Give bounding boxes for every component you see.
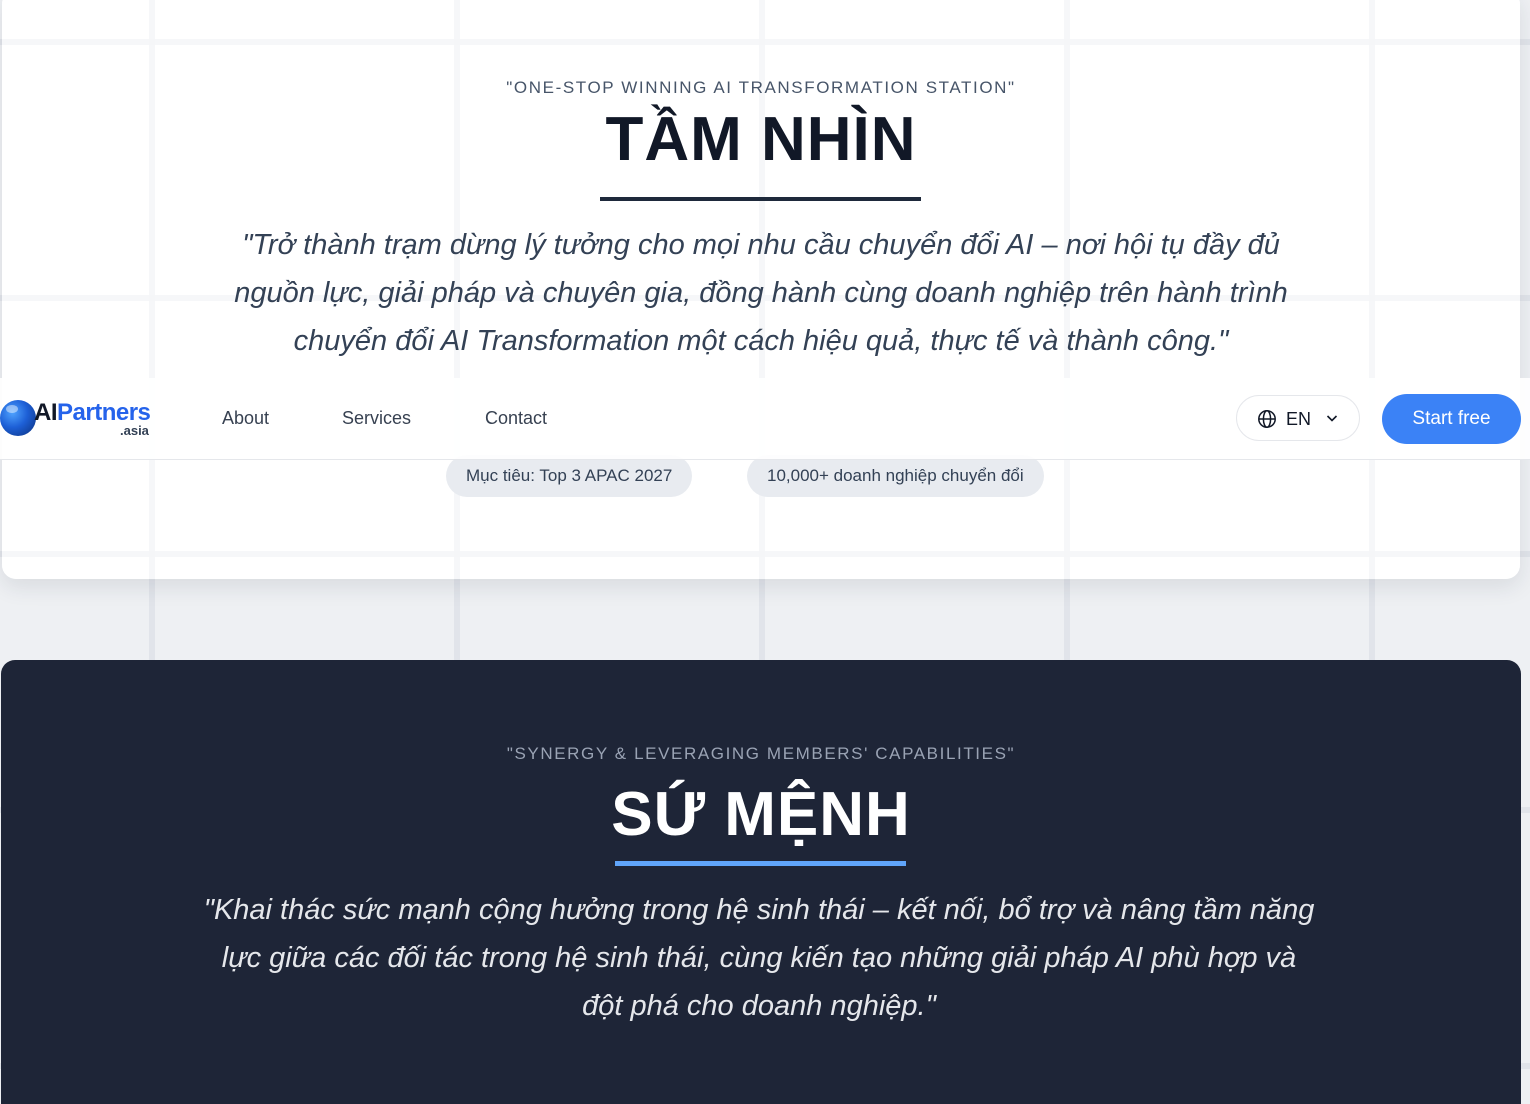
logo-domain-text: .asia (120, 423, 149, 438)
mission-title-underline (615, 861, 906, 866)
logo[interactable]: AIPartners .asia (0, 397, 160, 441)
language-selector[interactable]: EN (1236, 395, 1360, 441)
logo-ai-text: AI (34, 399, 58, 426)
language-code: EN (1286, 409, 1312, 429)
globe-icon (1258, 410, 1276, 428)
chevron-down-icon (1326, 415, 1338, 422)
nav-link-contact[interactable]: Contact (485, 408, 547, 429)
page: "ONE-STOP WINNING AI TRANSFORMATION STAT… (0, 0, 1530, 1104)
vision-section: "ONE-STOP WINNING AI TRANSFORMATION STAT… (2, 0, 1520, 579)
vision-title: TẦM NHÌN (605, 105, 917, 174)
logo-partners-text: Partners (57, 399, 151, 426)
nav-link-about[interactable]: About (222, 408, 269, 429)
vision-title-underline (600, 197, 921, 201)
mission-section: "SYNERGY & LEVERAGING MEMBERS' CAPABILIT… (1, 660, 1521, 1104)
mission-title: SỨ MỆNH (611, 780, 911, 849)
mission-eyebrow: "SYNERGY & LEVERAGING MEMBERS' CAPABILIT… (506, 744, 1016, 763)
vision-pill-businesses: 10,000+ doanh nghiệp chuyển đổi (747, 455, 1044, 497)
mission-quote: "Khai thác sức mạnh cộng hưởng trong hệ … (203, 894, 1315, 1022)
vision-eyebrow: "ONE-STOP WINNING AI TRANSFORMATION STAT… (506, 78, 1016, 97)
vision-quote: "Trở thành trạm dừng lý tưởng cho mọi nh… (234, 229, 1288, 357)
vision-pill-target: Mục tiêu: Top 3 APAC 2027 (446, 455, 693, 497)
nav-link-services[interactable]: Services (342, 408, 411, 429)
logo-globe-icon (0, 400, 36, 436)
top-navbar: AIPartners .asia About Services Contact … (0, 378, 1530, 460)
start-free-button[interactable]: Start free (1382, 394, 1521, 444)
